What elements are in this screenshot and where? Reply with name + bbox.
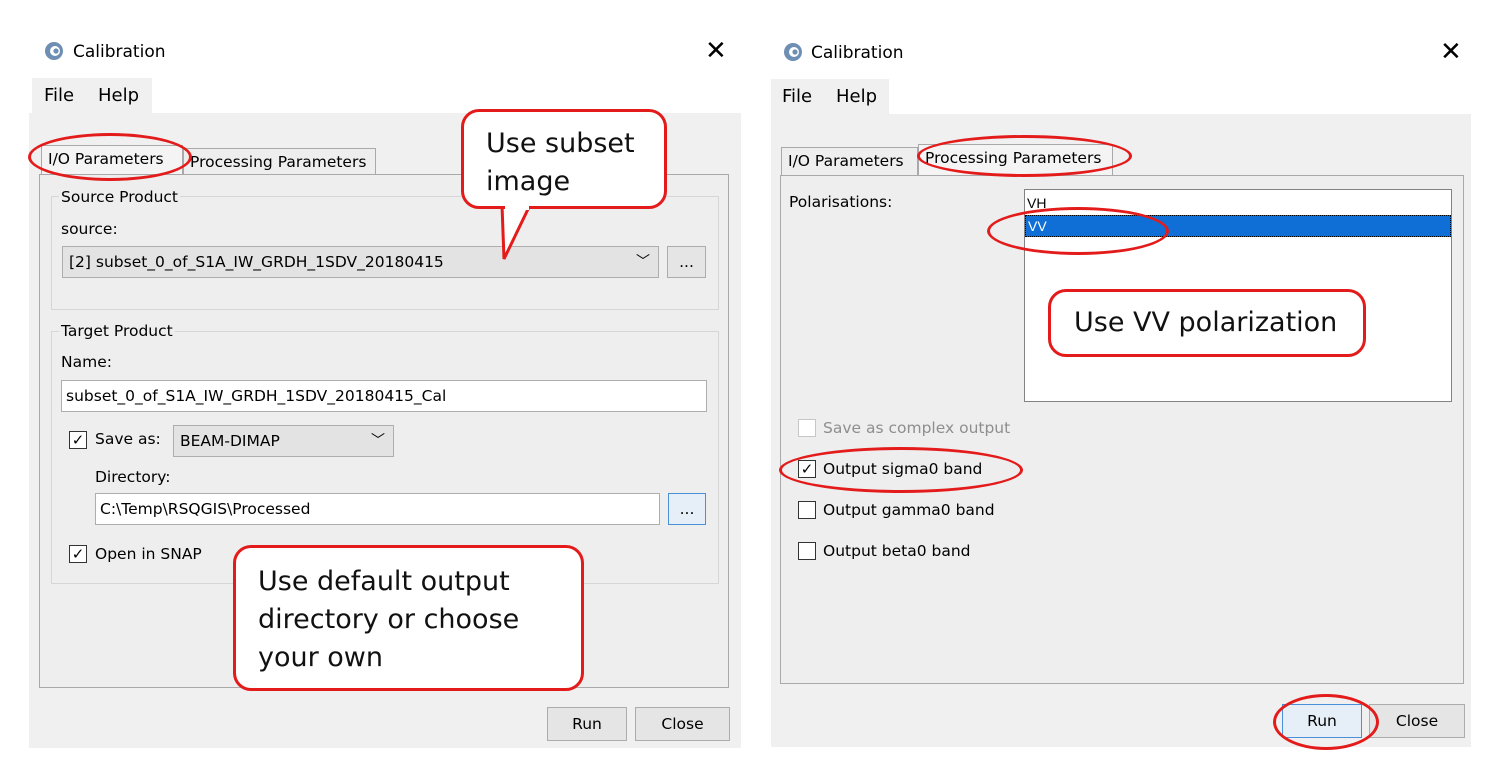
directory-label: Directory: — [95, 468, 171, 486]
processing-tab-highlight-ring — [917, 135, 1132, 177]
output-gamma0-label: Output gamma0 band — [823, 501, 995, 519]
run-highlight-ring — [1273, 694, 1379, 750]
source-product-label: Source Product — [59, 188, 181, 206]
left-close-icon[interactable]: ✕ — [705, 38, 727, 64]
right-close-icon[interactable]: ✕ — [1440, 39, 1462, 65]
right-menu-help[interactable]: Help — [836, 86, 877, 107]
directory-callout: Use default output directory or choose y… — [233, 545, 584, 691]
vv-polarization-callout: Use VV polarization — [1048, 289, 1366, 357]
directory-input[interactable]: C:\Temp\RSQGIS\Processed — [95, 493, 660, 525]
chevron-down-icon: ﹀ — [636, 254, 650, 270]
output-gamma0-checkbox[interactable] — [798, 501, 816, 519]
save-format-combo[interactable]: BEAM-DIMAP ﹀ — [173, 425, 394, 457]
subset-callout-line-1: Use subset — [486, 128, 635, 159]
save-as-label: Save as: — [95, 430, 161, 448]
source-label: source: — [61, 220, 118, 238]
open-in-snap-checkbox[interactable]: ✓ — [69, 545, 87, 563]
save-complex-checkbox[interactable] — [798, 419, 816, 437]
directory-browse-button[interactable]: ... — [668, 493, 706, 525]
chevron-down-icon: ﹀ — [371, 433, 385, 449]
left-dialog-title: Calibration — [73, 42, 166, 62]
vv-callout-text: Use VV polarization — [1074, 307, 1338, 338]
right-menu-file[interactable]: File — [782, 86, 812, 107]
right-tab-io-parameters[interactable]: I/O Parameters — [781, 147, 918, 176]
target-product-label: Target Product — [59, 322, 175, 340]
left-menu-file[interactable]: File — [44, 85, 74, 106]
app-logo-icon — [784, 43, 802, 61]
save-as-checkbox[interactable]: ✓ — [69, 431, 87, 449]
save-complex-label: Save as complex output — [823, 419, 1011, 437]
left-close-button[interactable]: Close — [635, 707, 730, 741]
name-label: Name: — [61, 353, 112, 371]
subset-callout-tail-cover — [505, 203, 529, 210]
source-product-value: [2] subset_0_of_S1A_IW_GRDH_1SDV_2018041… — [69, 253, 444, 271]
io-tab-highlight-ring — [28, 133, 192, 181]
directory-callout-line-3: your own — [258, 642, 384, 673]
check-icon: ✓ — [71, 546, 85, 563]
left-run-button[interactable]: Run — [547, 707, 627, 741]
right-close-button[interactable]: Close — [1369, 704, 1465, 738]
subset-image-callout: Use subset image — [461, 109, 667, 209]
directory-callout-line-2: directory or choose — [258, 604, 520, 635]
target-name-input[interactable]: subset_0_of_S1A_IW_GRDH_1SDV_20180415_Ca… — [61, 380, 707, 412]
check-icon: ✓ — [71, 432, 85, 449]
subset-callout-tail — [500, 203, 533, 260]
left-tab-processing-parameters[interactable]: Processing Parameters — [183, 148, 376, 175]
source-browse-button[interactable]: ... — [667, 246, 706, 278]
vv-highlight-ring — [987, 207, 1169, 255]
output-beta0-checkbox[interactable] — [798, 542, 816, 560]
output-beta0-label: Output beta0 band — [823, 542, 971, 560]
right-dialog-title: Calibration — [811, 43, 904, 63]
app-logo-icon — [45, 42, 63, 60]
left-menu-help[interactable]: Help — [98, 85, 139, 106]
subset-callout-line-2: image — [486, 166, 571, 197]
source-product-combo[interactable]: [2] subset_0_of_S1A_IW_GRDH_1SDV_2018041… — [62, 246, 659, 278]
polarisations-label: Polarisations: — [789, 193, 893, 211]
save-format-value: BEAM-DIMAP — [180, 432, 280, 450]
sigma0-highlight-ring — [779, 447, 1023, 493]
directory-callout-line-1: Use default output — [258, 566, 510, 597]
open-in-snap-label: Open in SNAP — [95, 545, 202, 563]
